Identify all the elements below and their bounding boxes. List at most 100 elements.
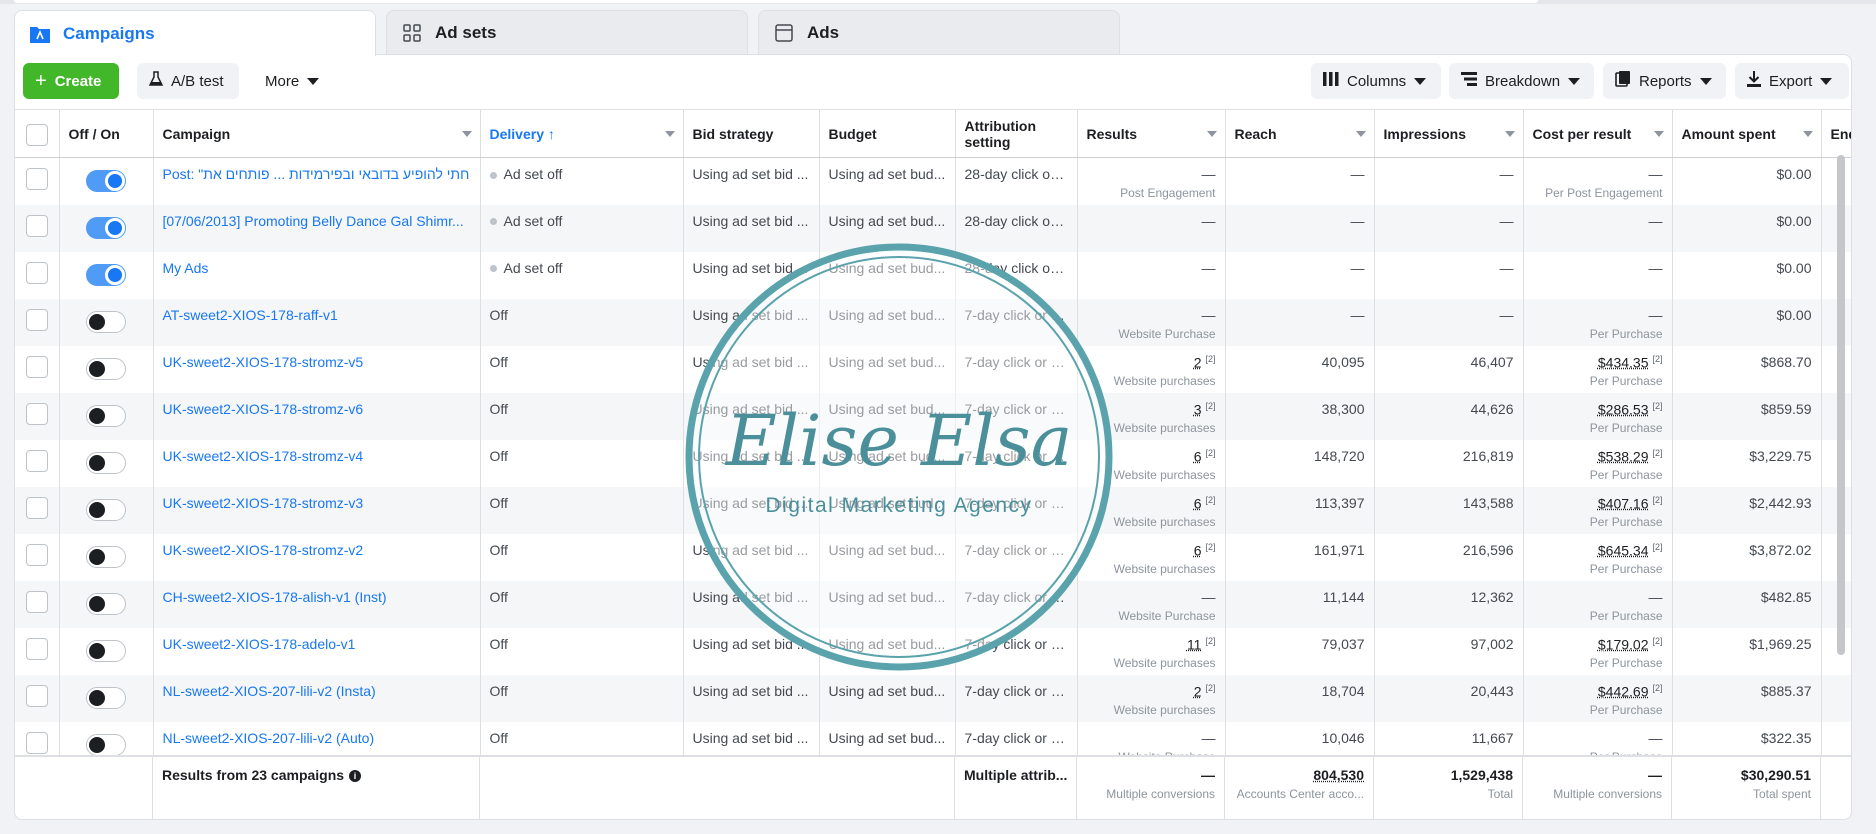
chevron-down-icon[interactable]: [1504, 131, 1515, 137]
chevron-down-icon[interactable]: [1802, 131, 1813, 137]
row-checkbox[interactable]: [25, 731, 48, 754]
table-row[interactable]: AT-sweet2-XIOS-178-raff-v1 Off Using ad se…: [15, 298, 1851, 346]
tab-ad-sets[interactable]: Ad sets: [386, 10, 748, 54]
column-header-end[interactable]: End: [1821, 109, 1851, 158]
row-checkbox[interactable]: [25, 168, 48, 190]
table-row[interactable]: UK-sweet2-XIOS-178-stromz-v3 Off Using ad …: [15, 486, 1851, 534]
row-checkbox[interactable]: [25, 543, 48, 566]
results-value[interactable]: 6: [1194, 495, 1202, 511]
campaign-name-link[interactable]: UK-sweet2-XIOS-178-stromz-v5: [163, 354, 364, 370]
campaign-toggle[interactable]: [86, 263, 126, 286]
cost-per-result-value[interactable]: $286.53: [1598, 401, 1649, 417]
column-header-attribution[interactable]: Attribution setting: [955, 109, 1078, 158]
cost-per-result-value[interactable]: $442.69: [1598, 683, 1649, 699]
cost-per-result-value[interactable]: $434.35: [1598, 354, 1649, 370]
row-checkbox[interactable]: [25, 214, 48, 237]
campaign-toggle[interactable]: [86, 404, 126, 427]
column-header-budget[interactable]: Budget: [819, 109, 956, 158]
row-checkbox[interactable]: [25, 637, 48, 660]
column-header-campaign[interactable]: Campaign: [153, 109, 481, 158]
more-button[interactable]: More: [253, 63, 331, 99]
cost-per-result-value[interactable]: $538.29: [1598, 448, 1649, 464]
campaign-toggle[interactable]: [86, 733, 126, 755]
campaign-toggle[interactable]: [86, 639, 126, 662]
table-row[interactable]: UK-sweet2-XIOS-178-stromz-v6 Off Using ad …: [15, 392, 1851, 440]
table-row[interactable]: UK-sweet2-XIOS-178-stromz-v2 Off Using ad …: [15, 533, 1851, 581]
table-row[interactable]: Post: "חתי להופיע בדובאי ובפירמידות ... …: [15, 157, 1851, 205]
chevron-down-icon[interactable]: [1653, 131, 1664, 137]
column-header-delivery[interactable]: Delivery ↑: [480, 109, 684, 158]
table-row[interactable]: UK-sweet2-XIOS-178-stromz-v4 Off Using ad …: [15, 439, 1851, 487]
results-value[interactable]: 6: [1194, 448, 1202, 464]
bid-strategy-value: Using ad set bid ...: [692, 400, 809, 417]
reports-button[interactable]: Reports: [1603, 63, 1726, 99]
campaign-toggle[interactable]: [86, 545, 126, 568]
campaign-toggle[interactable]: [86, 216, 126, 239]
table-row[interactable]: NL-sweet2-XIOS-207-lili-v2 (Insta) Off Usi…: [15, 674, 1851, 722]
table-row[interactable]: UK-sweet2-XIOS-178-adelo-v1 Off Using ad s…: [15, 627, 1851, 675]
column-header-off-on[interactable]: Off / On: [59, 109, 154, 158]
chevron-down-icon[interactable]: [461, 131, 472, 137]
table-row[interactable]: [07/06/2013] Promoting Belly Dance Gal S…: [15, 204, 1851, 252]
row-checkbox[interactable]: [25, 402, 48, 425]
breakdown-button[interactable]: Breakdown: [1449, 63, 1594, 99]
campaign-name-link[interactable]: CH-sweet2-XIOS-178-alish-v1 (Inst): [163, 589, 387, 605]
ab-test-button[interactable]: A/B test: [137, 63, 239, 99]
table-row[interactable]: NL-sweet2-XIOS-207-lili-v2 (Auto) Off Usin…: [15, 721, 1851, 755]
row-checkbox[interactable]: [25, 261, 48, 284]
select-all-checkbox[interactable]: [25, 123, 48, 146]
column-header-amount-spent[interactable]: Amount spent: [1672, 109, 1822, 158]
campaign-toggle[interactable]: [86, 310, 126, 333]
tab-campaigns[interactable]: Campaigns: [14, 10, 376, 56]
campaign-name-link[interactable]: NL-sweet2-XIOS-207-lili-v2 (Auto): [163, 730, 375, 746]
campaign-toggle[interactable]: [86, 686, 126, 709]
row-checkbox[interactable]: [25, 355, 48, 378]
results-value[interactable]: 6: [1194, 542, 1202, 558]
vertical-scrollbar[interactable]: [1837, 155, 1845, 655]
column-header-reach[interactable]: Reach: [1225, 109, 1375, 158]
campaign-name-link[interactable]: UK-sweet2-XIOS-178-stromz-v2: [163, 542, 364, 558]
table-row[interactable]: CH-sweet2-XIOS-178-alish-v1 (Inst) Off Usi…: [15, 580, 1851, 628]
row-checkbox[interactable]: [25, 496, 48, 519]
row-checkbox[interactable]: [25, 449, 48, 472]
results-value[interactable]: 2: [1194, 683, 1202, 699]
cost-per-result-value[interactable]: $179.02: [1598, 636, 1649, 652]
campaign-name-link[interactable]: NL-sweet2-XIOS-207-lili-v2 (Insta): [163, 683, 376, 699]
column-header-cost-per-result[interactable]: Cost per result: [1523, 109, 1673, 158]
campaign-toggle[interactable]: [86, 498, 126, 521]
table-row[interactable]: UK-sweet2-XIOS-178-stromz-v5 Off Using ad …: [15, 345, 1851, 393]
chevron-down-icon[interactable]: [1206, 131, 1217, 137]
chevron-down-icon[interactable]: [664, 131, 675, 137]
campaign-name-link[interactable]: UK-sweet2-XIOS-178-stromz-v3: [163, 495, 364, 511]
row-checkbox[interactable]: [25, 308, 48, 331]
info-icon[interactable]: i: [349, 770, 362, 783]
campaign-toggle[interactable]: [86, 357, 126, 380]
chevron-down-icon[interactable]: [1355, 131, 1366, 137]
campaign-name-link[interactable]: [07/06/2013] Promoting Belly Dance Gal S…: [163, 213, 464, 229]
tab-ads[interactable]: Ads: [758, 10, 1120, 54]
campaign-name-link[interactable]: AT-sweet2-XIOS-178-raff-v1: [163, 307, 338, 323]
row-checkbox[interactable]: [25, 684, 48, 707]
campaign-name-link[interactable]: UK-sweet2-XIOS-178-stromz-v4: [163, 448, 364, 464]
campaign-toggle[interactable]: [86, 451, 126, 474]
campaign-name-link[interactable]: UK-sweet2-XIOS-178-stromz-v6: [163, 401, 364, 417]
results-value[interactable]: 3: [1194, 401, 1202, 417]
columns-button[interactable]: Columns: [1311, 63, 1441, 99]
results-value[interactable]: 11: [1187, 636, 1202, 652]
column-header-impressions[interactable]: Impressions: [1374, 109, 1524, 158]
table-row[interactable]: My Ads Ad set off Using ad set bid ... Usin…: [15, 251, 1851, 299]
cost-per-result-value[interactable]: $407.16: [1598, 495, 1649, 511]
column-header-results[interactable]: Results: [1077, 109, 1226, 158]
create-button[interactable]: + Create: [23, 63, 119, 99]
campaign-name-link[interactable]: UK-sweet2-XIOS-178-adelo-v1: [163, 636, 356, 652]
column-header-bid-strategy[interactable]: Bid strategy: [683, 109, 820, 158]
campaign-name-link[interactable]: My Ads: [163, 260, 209, 276]
export-button[interactable]: Export: [1735, 63, 1849, 99]
campaign-name-link[interactable]: Post: "חתי להופיע בדובאי ובפירמידות ... …: [163, 166, 470, 182]
amount-spent-value: $859.59: [1760, 400, 1812, 417]
campaign-toggle[interactable]: [86, 170, 126, 192]
campaign-toggle[interactable]: [86, 592, 126, 615]
row-checkbox[interactable]: [25, 590, 48, 613]
results-value[interactable]: 2: [1194, 354, 1202, 370]
cost-per-result-value[interactable]: $645.34: [1598, 542, 1649, 558]
